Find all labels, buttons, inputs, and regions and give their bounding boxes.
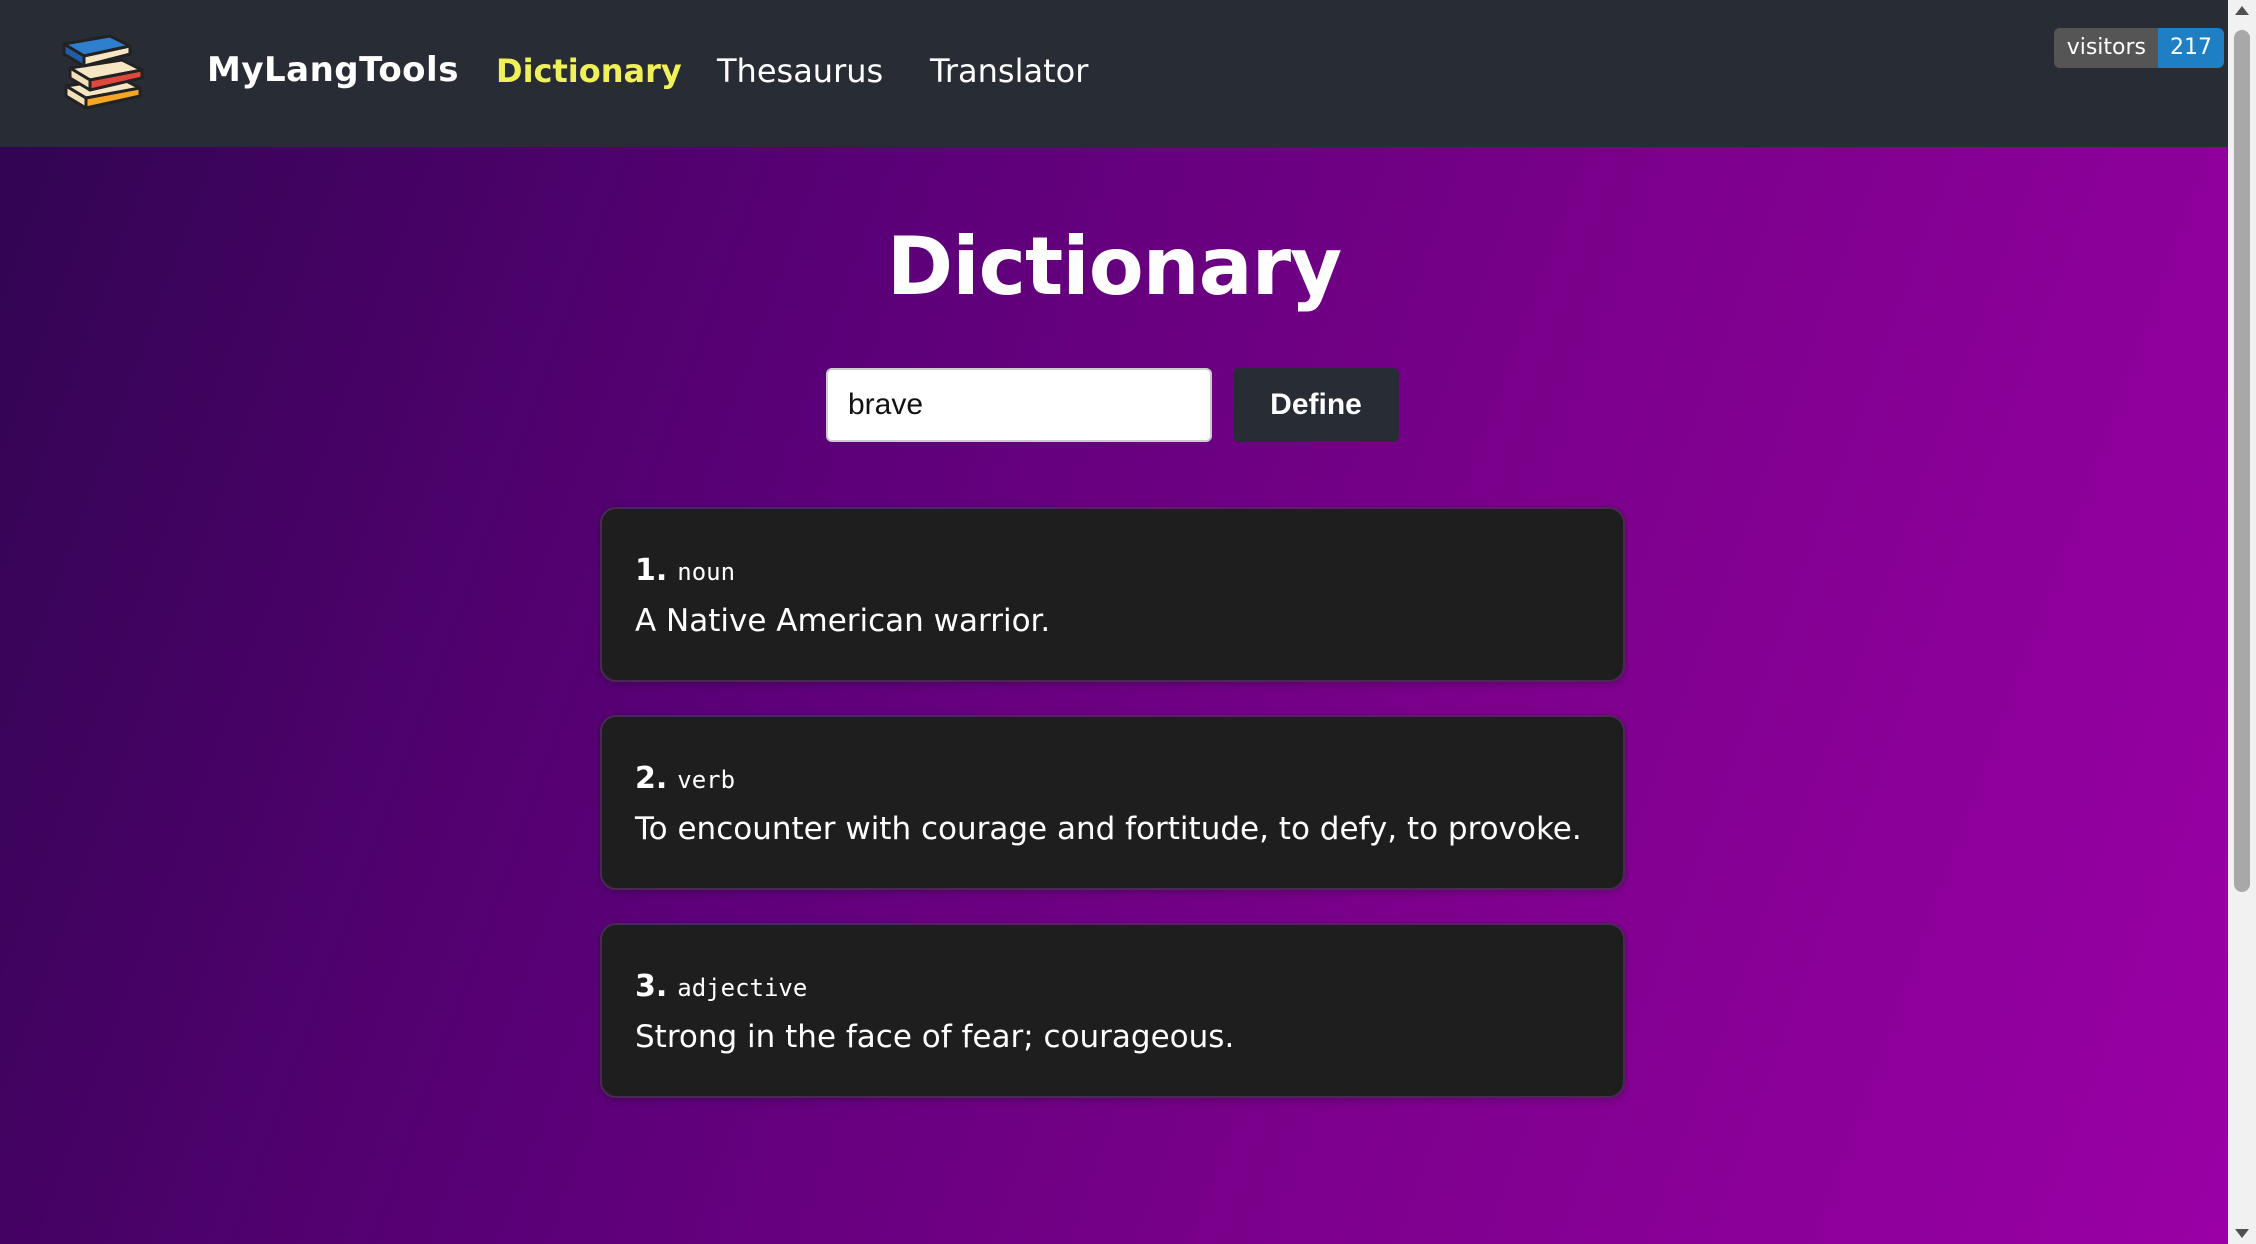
word-search-input[interactable]: [826, 368, 1212, 442]
top-navbar: MyLangTools Dictionary Thesaurus Transla…: [0, 0, 2228, 147]
page-title: Dictionary: [886, 220, 1342, 313]
brand-link[interactable]: MyLangTools: [207, 50, 459, 90]
definition-text: To encounter with courage and fortitude,…: [635, 811, 1582, 847]
nav-link-dictionary[interactable]: Dictionary: [496, 52, 682, 90]
definition-card: 3. adjective Strong in the face of fear;…: [600, 923, 1625, 1098]
definition-card: 2. verb To encounter with courage and fo…: [600, 715, 1625, 890]
part-of-speech: noun: [677, 558, 736, 586]
page-background: MyLangTools Dictionary Thesaurus Transla…: [0, 0, 2228, 1244]
definition-number: 1.: [635, 553, 668, 588]
nav-link-thesaurus[interactable]: Thesaurus: [717, 52, 883, 90]
scroll-up-arrow-icon[interactable]: [2235, 6, 2249, 15]
books-logo-icon[interactable]: [60, 30, 150, 110]
definition-text: A Native American warrior.: [635, 603, 1051, 639]
definition-number: 3.: [635, 969, 668, 1004]
define-button[interactable]: Define: [1233, 368, 1399, 442]
visitors-badge: visitors 217: [2053, 28, 2224, 68]
visitors-badge-label: visitors: [2053, 28, 2158, 68]
visitors-badge-count: 217: [2158, 28, 2224, 68]
definition-card: 1. noun A Native American warrior.: [600, 507, 1625, 682]
part-of-speech: verb: [677, 766, 736, 794]
part-of-speech: adjective: [677, 974, 808, 1002]
nav-link-translator[interactable]: Translator: [930, 52, 1088, 90]
definitions-list: 1. noun A Native American warrior. 2. ve…: [600, 507, 1625, 1131]
scroll-down-arrow-icon[interactable]: [2235, 1229, 2249, 1238]
vertical-scrollbar[interactable]: [2228, 0, 2256, 1244]
definition-number: 2.: [635, 761, 668, 796]
scrollbar-thumb[interactable]: [2234, 30, 2250, 892]
definition-text: Strong in the face of fear; courageous.: [635, 1019, 1235, 1055]
